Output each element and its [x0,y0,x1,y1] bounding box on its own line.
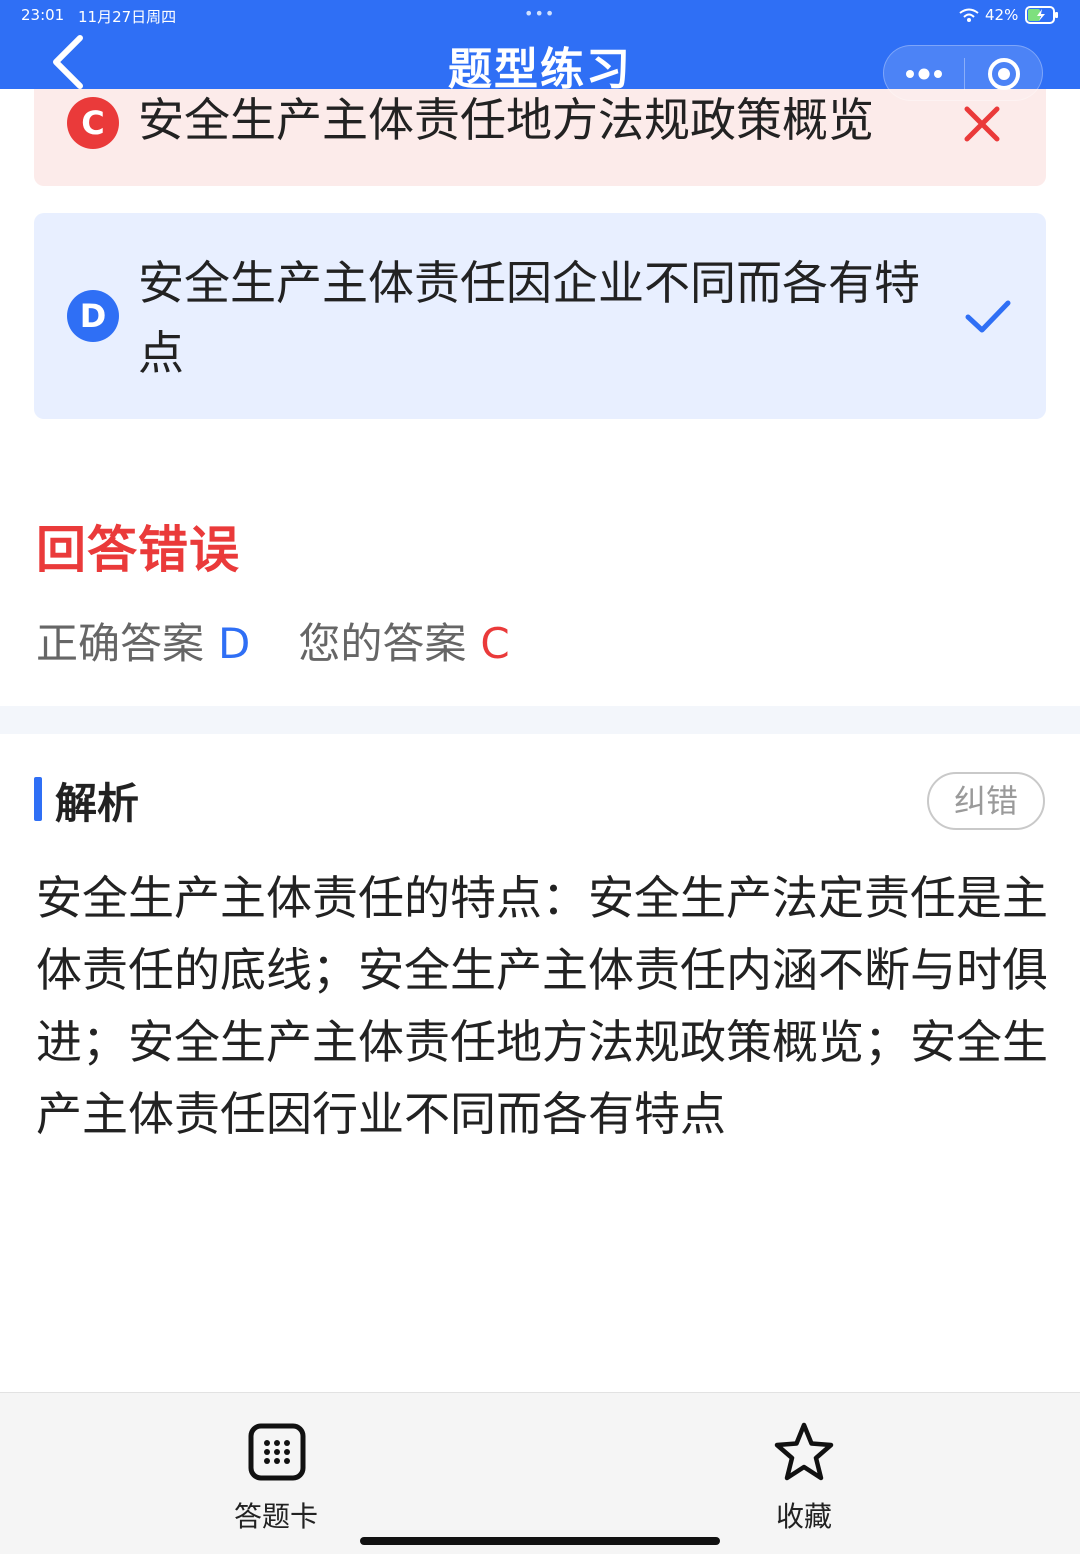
page-title: 题型练习 [448,44,632,95]
star-icon [774,1422,834,1481]
answer-card-label: 答题卡 [233,1500,318,1533]
your-answer-label: 您的答案 [298,619,467,668]
correct-answer-label: 正确答案 [36,619,205,668]
section-accent-bar [34,777,42,821]
target-circle-icon [988,58,1020,90]
status-date: 11月27日周四 [78,8,177,26]
correct-answer-value: D [218,619,251,668]
favorite-label: 收藏 [775,1500,832,1533]
option-d-badge: D [67,290,119,342]
miniprogram-capsule [883,45,1043,101]
report-error-button[interactable]: 纠错 [927,772,1045,830]
check-icon [965,300,1011,333]
more-button[interactable] [884,46,964,102]
favorite-button[interactable]: 收藏 [744,1419,864,1533]
analysis-title: 解析 [55,779,140,828]
option-d-card[interactable]: D 安全生产主体责任因企业不同而各有特点 [34,213,1046,419]
grid-icon [248,1423,306,1481]
option-c-badge: C [67,97,119,149]
wifi-icon [959,8,979,22]
section-divider [0,706,1080,734]
status-time: 23:01 [21,6,65,24]
battery-percent: 42% [985,6,1019,24]
result-title: 回答错误 [36,521,240,579]
answer-card-button[interactable]: 答题卡 [216,1419,336,1533]
home-indicator [360,1537,720,1545]
bottom-toolbar: 答题卡 收藏 [0,1392,1080,1554]
chevron-left-icon [53,35,83,89]
answer-summary: 正确答案 D 您的答案 C [36,610,510,671]
battery-icon [1025,6,1058,24]
status-dots: ••• [524,4,556,23]
more-dots-icon [906,68,942,80]
analysis-text: 安全生产主体责任的特点：安全生产法定责任是主体责任的底线；安全生产主体责任内涵不… [36,871,1048,1141]
your-answer-value: C [480,619,510,668]
option-d-text: 安全生产主体责任因企业不同而各有特点 [138,256,920,380]
close-icon [964,106,1000,142]
close-miniprogram-button[interactable] [964,46,1044,102]
back-button[interactable] [40,30,90,90]
